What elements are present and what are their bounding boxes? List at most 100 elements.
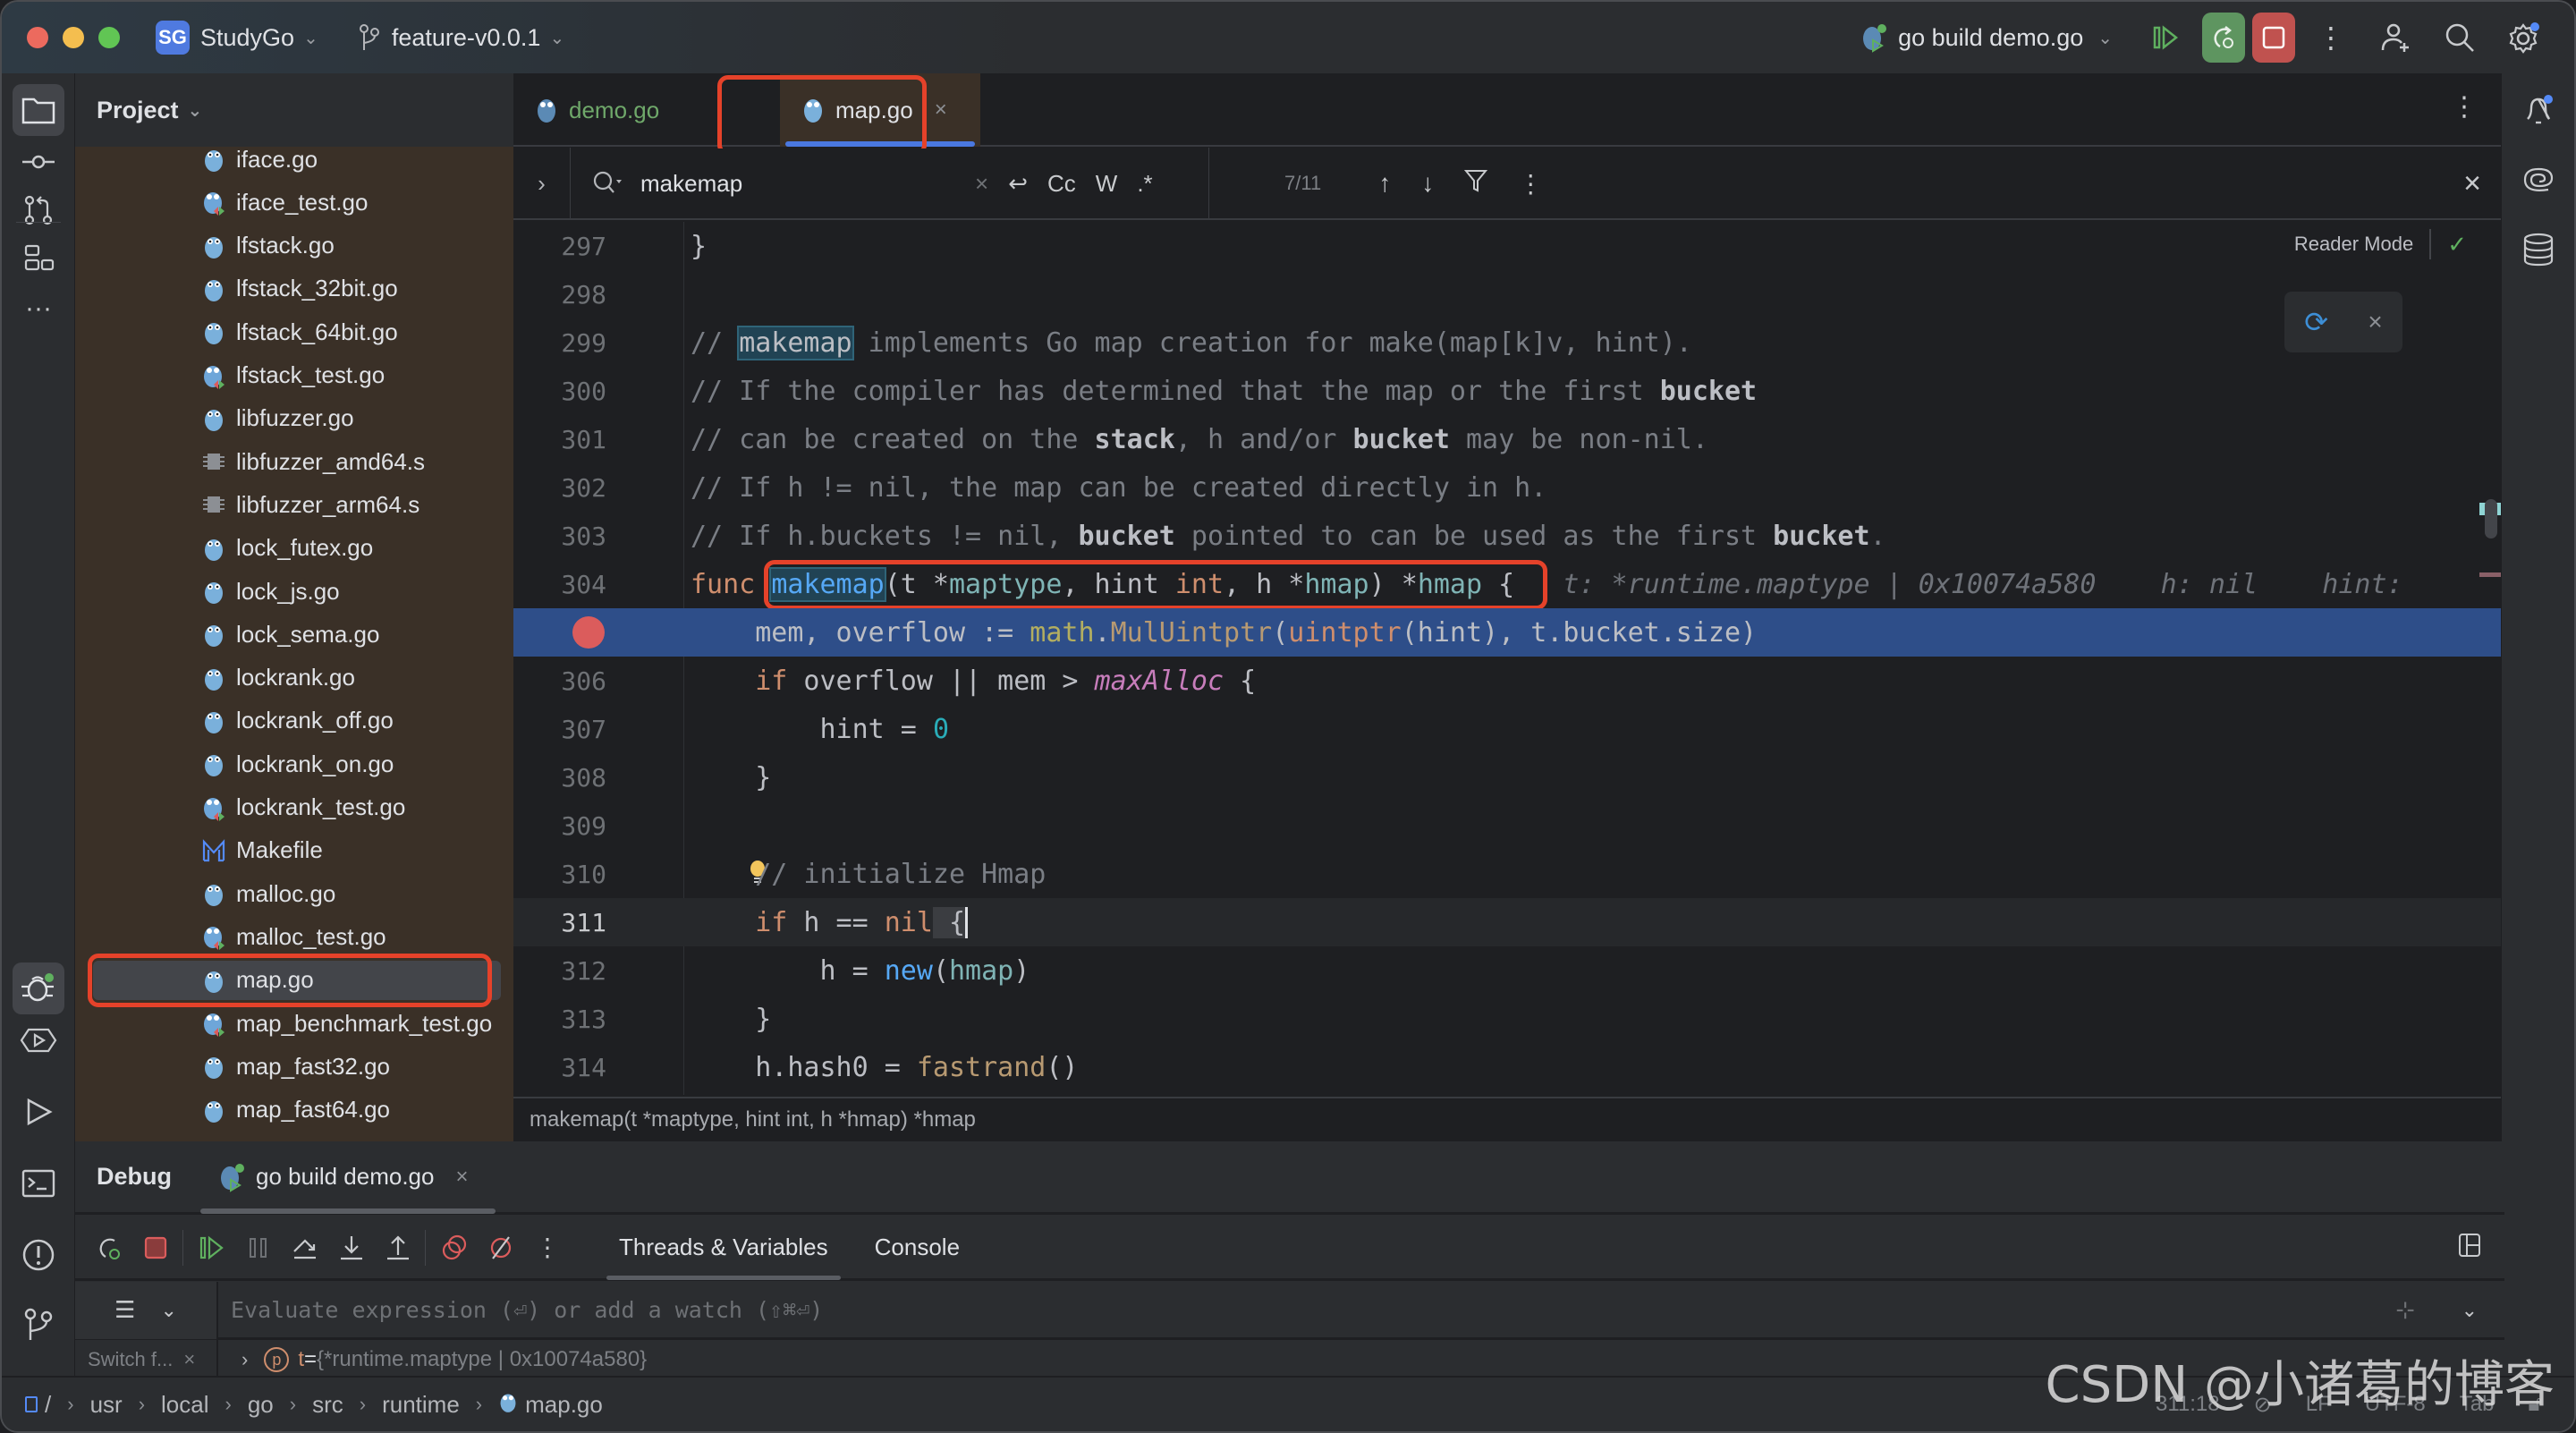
resume-button[interactable] [2141,13,2191,63]
add-user-icon[interactable] [2370,13,2420,63]
notifications-bell-icon[interactable] [2512,84,2564,136]
file-tree-item[interactable]: lfstack_64bit.go [75,310,513,353]
file-tree-item[interactable]: map_benchmark_test.go [75,1002,513,1045]
chevron-down-icon[interactable]: ⌄ [160,1299,176,1322]
search-icon[interactable] [2435,13,2485,63]
file-tree-item[interactable]: lfstack.go [75,225,513,267]
file-tree-item[interactable]: lockrank_off.go [75,700,513,742]
layout-settings-icon[interactable] [2458,1233,2481,1262]
rerun-icon[interactable] [91,1230,127,1266]
previous-occurrence-icon[interactable]: ↑ [1378,169,1391,198]
file-tree-item[interactable]: lfstack_32bit.go [75,267,513,310]
reload-icon[interactable]: ⟳ [2304,305,2328,339]
file-tree-item[interactable]: map_fast64.go [75,1089,513,1132]
breadcrumb-item[interactable]: usr [90,1391,123,1419]
database-icon[interactable] [2512,224,2564,276]
close-icon[interactable]: × [183,1348,195,1371]
expand-chevron-icon[interactable]: › [242,1348,248,1371]
no-ai-icon[interactable]: ⊘ [2254,1392,2272,1418]
file-tree-item[interactable]: map.go [75,959,513,1002]
filter-icon[interactable] [1464,168,1488,199]
run-config-selector[interactable]: go build demo.go ⌄ [1860,22,2113,53]
close-popup-icon[interactable]: × [2368,308,2382,336]
debug-session-tab[interactable]: go build demo.go × [200,1140,496,1214]
mute-breakpoints-icon[interactable] [483,1230,519,1266]
switch-frame-tab[interactable]: Switch f... × [75,1340,218,1379]
branch-selector[interactable]: feature-v0.0.1 [392,24,541,52]
close-window-button[interactable] [27,27,48,48]
minimize-window-button[interactable] [63,27,84,48]
variable-row[interactable]: › p t = {*runtime.maptype | 0x10074a580} [242,1347,647,1372]
file-tree-item[interactable]: lockrank.go [75,657,513,700]
tab-console[interactable]: Console [875,1216,960,1280]
project-panel-header[interactable]: Project ⌄ [75,73,513,147]
breakpoint-icon[interactable] [572,616,605,649]
file-tree-item[interactable]: lfstack_test.go [75,354,513,397]
pull-requests-icon[interactable] [13,184,64,236]
file-tree-item[interactable]: libfuzzer_arm64.s [75,483,513,526]
evaluate-expression-input[interactable] [231,1297,1572,1323]
file-tree-item[interactable]: lockrank_on.go [75,742,513,785]
file-tree-item[interactable]: malloc.go [75,872,513,915]
file-encoding[interactable]: UTF-8 [2365,1392,2426,1417]
debug-tool-button[interactable] [13,962,64,1014]
project-tool-button[interactable] [13,84,64,136]
find-input[interactable] [640,169,962,198]
line-ending[interactable]: LF [2306,1392,2331,1417]
breadcrumb-item[interactable]: go [248,1391,274,1419]
file-tree-item[interactable]: Makefile [75,829,513,872]
rerun-debug-button[interactable] [2202,13,2245,63]
breadcrumb-item[interactable]: src [312,1391,343,1419]
search-history-icon[interactable] [592,170,624,197]
chevron-down-icon[interactable]: ⌄ [188,99,203,122]
indent-setting[interactable]: Tab [2460,1392,2495,1417]
step-over-icon[interactable] [287,1230,323,1266]
breadcrumb-item[interactable]: map.go [525,1391,603,1419]
file-tree-item[interactable]: malloc_test.go [75,915,513,958]
expand-replace-icon[interactable]: › [513,148,571,219]
file-tree-item[interactable]: libfuzzer_amd64.s [75,440,513,483]
commit-tool-icon[interactable] [13,136,64,188]
file-tree-item[interactable]: lock_futex.go [75,527,513,570]
project-badge[interactable]: SG [156,21,190,55]
code-editor[interactable]: 297 } 298 299 // makemap implements Go m… [513,222,2504,1095]
close-find-icon[interactable]: × [2463,166,2481,201]
file-tree-item[interactable]: lock_js.go [75,570,513,613]
view-breakpoints-icon[interactable] [436,1230,472,1266]
more-tools-icon[interactable]: ··· [13,283,64,335]
regex-toggle[interactable]: .* [1137,170,1152,198]
resume-program-icon[interactable] [194,1230,230,1266]
maximize-window-button[interactable] [98,27,120,48]
new-line-option-icon[interactable]: ↩ [1008,170,1028,198]
tab-threads-variables[interactable]: Threads & Variables [606,1216,841,1280]
file-tree-item[interactable]: lockrank_test.go [75,786,513,829]
services-tool-icon[interactable] [13,1014,64,1066]
settings-gear-icon[interactable] [2499,13,2549,63]
frames-toggle[interactable]: ☰ ⌄ [75,1281,218,1339]
more-actions-icon[interactable]: ⋮ [2306,13,2356,63]
stop-debug-icon[interactable] [138,1230,174,1266]
next-occurrence-icon[interactable]: ↓ [1421,169,1434,198]
frames-list-icon[interactable]: ☰ [114,1296,135,1324]
ai-assistant-spiral-icon[interactable] [2512,154,2564,206]
step-out-icon[interactable] [380,1230,416,1266]
breadcrumb-item[interactable]: local [161,1391,208,1419]
file-tree-item[interactable]: libfuzzer.go [75,397,513,440]
tab-options-icon[interactable]: ⋮ [2451,91,2478,123]
vertical-scrollbar[interactable] [2485,499,2497,538]
whole-words-toggle[interactable]: W [1096,170,1118,198]
find-more-icon[interactable]: ⋮ [1518,169,1543,199]
debug-more-icon[interactable]: ⋮ [530,1230,565,1266]
terminal-tool-icon[interactable] [13,1157,64,1209]
git-tool-icon[interactable] [13,1299,64,1351]
tab-demo-go[interactable]: demo.go [513,73,681,147]
step-into-icon[interactable] [334,1230,369,1266]
file-tree-item[interactable]: lock_sema.go [75,613,513,656]
file-tree-item[interactable]: iface.go [75,147,513,181]
function-signature-crumb[interactable]: makemap(t *maptype, hint int, h *hmap) *… [530,1107,976,1132]
file-tree-item[interactable]: map_fast32.go [75,1045,513,1088]
chevron-down-icon[interactable]: ⌄ [303,27,318,49]
breadcrumb-item[interactable]: / [45,1391,51,1419]
problems-tool-icon[interactable] [13,1229,64,1281]
structure-tool-icon[interactable] [13,233,64,284]
